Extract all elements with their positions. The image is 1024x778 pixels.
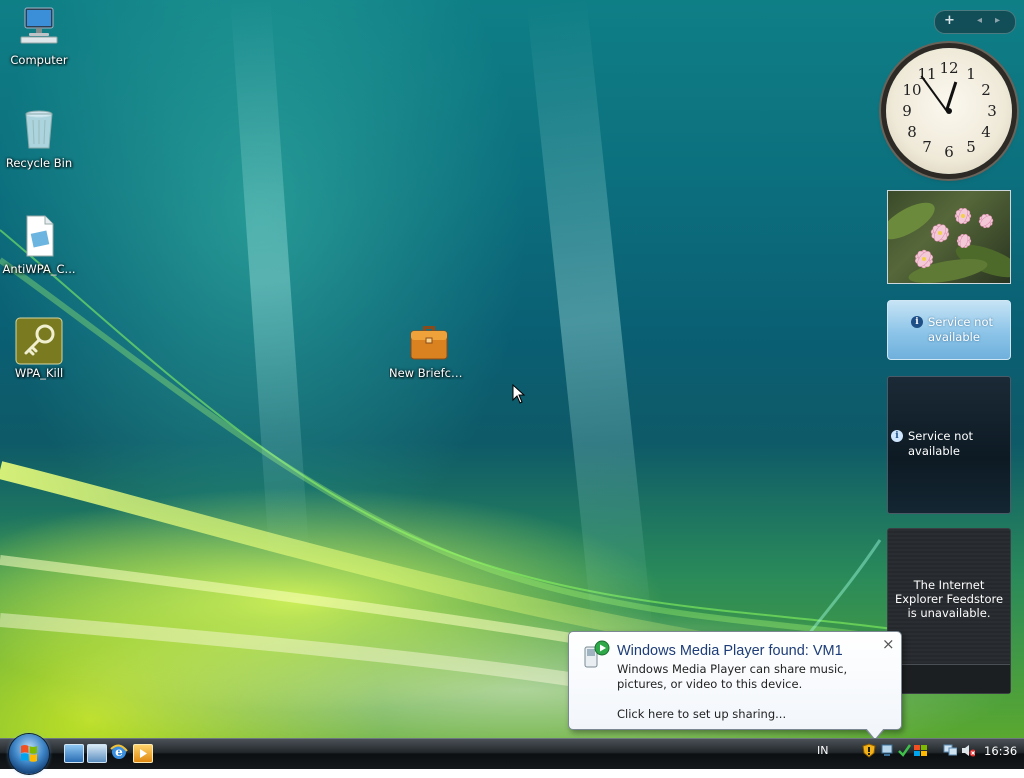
language-indicator[interactable]: IN (817, 744, 828, 757)
desktop[interactable]: Computer Recycle Bin AntiWPA_C... WPA_Ki… (0, 0, 1024, 738)
next-gadget-button[interactable]: ▸ (995, 15, 1000, 26)
wallpaper-streaks (0, 0, 903, 701)
clock-numeral: 2 (981, 81, 991, 99)
clock-numeral: 9 (902, 102, 912, 120)
mouse-cursor-icon (512, 384, 526, 404)
briefcase-icon (407, 318, 451, 362)
prev-gadget-button[interactable]: ◂ (977, 15, 982, 26)
info-icon: i (891, 430, 903, 442)
clock-numeral: 6 (944, 143, 954, 161)
computer-icon (17, 5, 61, 49)
desktop-icon-label: Computer (10, 53, 68, 67)
volume-muted-icon[interactable] (961, 743, 975, 758)
clock-numeral: 10 (902, 81, 922, 99)
sidebar-controls: + ◂ ▸ (934, 10, 1016, 34)
clock-numeral: 8 (907, 123, 917, 141)
slideshow-gadget[interactable] (887, 190, 1011, 284)
clock-numeral: 5 (966, 138, 976, 156)
service-gadget-light[interactable]: i Service not available (887, 300, 1011, 360)
desktop-icon-wpa-kill[interactable]: WPA_Kill (0, 317, 78, 380)
desktop-icon-computer[interactable]: Computer (0, 5, 78, 67)
windows-update-icon[interactable] (913, 743, 927, 758)
media-player-device-icon (584, 640, 610, 668)
flower-photo (888, 202, 1010, 283)
desktop-icon-label: WPA_Kill (14, 366, 64, 380)
feed-headlines-gadget[interactable]: The Internet Explorer Feedstore is unava… (887, 528, 1011, 694)
internet-explorer-icon[interactable]: e (110, 743, 128, 761)
security-check-icon[interactable] (897, 743, 911, 758)
start-button[interactable] (9, 734, 49, 774)
clock-numeral: 12 (939, 59, 959, 77)
clock-center (946, 108, 952, 114)
add-gadget-button[interactable]: + (944, 13, 955, 28)
network-icon[interactable] (943, 743, 957, 758)
desktop-icon-label: AntiWPA_C... (2, 262, 76, 276)
feed-gadget-footer (888, 664, 1010, 693)
desktop-icon-label: New Briefcase (389, 366, 469, 380)
show-desktop-icon[interactable] (64, 744, 84, 763)
desktop-icon-label: Recycle Bin (5, 156, 73, 170)
key-icon (15, 317, 63, 365)
service-unavailable-text: Service not available (928, 315, 993, 344)
desktop-icon-antiwpa[interactable]: AntiWPA_C... (0, 214, 78, 276)
media-player-icon[interactable] (133, 744, 153, 763)
network-sharing-icon[interactable] (880, 743, 894, 758)
clock-numeral: 11 (917, 65, 937, 83)
windows-logo-icon (21, 745, 37, 762)
service-unavailable-text: Service not available (908, 429, 973, 458)
document-icon (17, 214, 61, 258)
switch-windows-icon[interactable] (87, 744, 107, 763)
taskbar-clock[interactable]: 16:36 (984, 744, 1017, 758)
info-icon: i (911, 316, 923, 328)
play-glyph-icon (140, 749, 147, 758)
notification-balloon[interactable]: Windows Media Player found: VM1 Windows … (568, 631, 902, 741)
close-icon[interactable]: × (882, 635, 895, 653)
clock-numeral: 3 (987, 102, 997, 120)
desktop-icon-new-briefcase[interactable]: New Briefcase (389, 318, 469, 380)
notification-body: Windows Media Player can share music, pi… (617, 662, 848, 691)
notification-title: Windows Media Player found: VM1 (617, 643, 843, 659)
feedstore-unavailable-text: The Internet Explorer Feedstore is unava… (894, 578, 1004, 620)
clock-hour-hand (944, 81, 957, 111)
setup-sharing-link[interactable]: Click here to set up sharing... (617, 707, 786, 721)
shield-icon[interactable] (862, 743, 876, 758)
desktop-icon-recycle-bin[interactable]: Recycle Bin (0, 108, 78, 170)
service-gadget-dark[interactable]: i Service not available (887, 376, 1011, 514)
recycle-bin-icon (17, 108, 61, 152)
clock-gadget[interactable]: 12 1 2 3 4 5 6 7 8 9 10 11 (886, 48, 1012, 174)
